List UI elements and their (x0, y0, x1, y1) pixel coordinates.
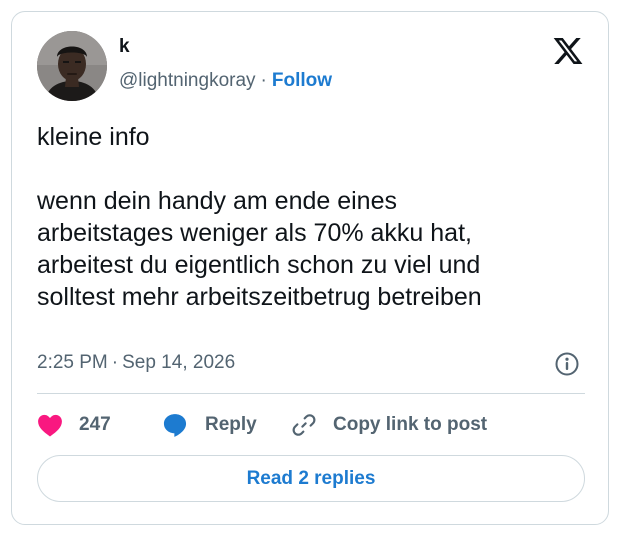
copy-link-button[interactable]: Copy link to post (291, 410, 487, 440)
read-replies-button[interactable]: Read 2 replies (37, 455, 585, 502)
copy-link-label: Copy link to post (333, 414, 488, 435)
author-handle[interactable]: @lightningkoray (119, 70, 256, 91)
reply-button[interactable]: Reply (161, 410, 257, 440)
timestamp[interactable]: 2:25 PM · Sep 14, 2026 (37, 352, 235, 374)
follow-button[interactable]: Follow (272, 70, 332, 91)
info-icon[interactable] (554, 351, 580, 377)
tweet-line: arbeitstages weniger als 70% akku hat, (37, 219, 472, 247)
tweet-line: wenn dein handy am ende eines (37, 187, 397, 215)
avatar-image (37, 31, 107, 101)
like-button[interactable]: 247 (37, 410, 111, 440)
tweet-card: k @lightningkoray · Follow kleine info wen… (11, 11, 609, 525)
tweet-line: arbeitest du eigentlich schon zu viel un… (37, 251, 481, 279)
reply-label: Reply (205, 414, 257, 435)
tweet-date: Sep 14, 2026 (122, 352, 236, 373)
tweet-line: kleine info (37, 123, 150, 151)
heart-icon (38, 414, 62, 437)
author-handle-row: @lightningkoray · Follow (119, 70, 332, 92)
handle-separator: · (260, 70, 267, 91)
speech-bubble-icon (163, 414, 187, 437)
tweet-line: solltest mehr arbeitszeitbetrug betreibe… (37, 283, 482, 311)
avatar[interactable] (37, 31, 107, 101)
read-replies-label: Read 2 replies (246, 467, 376, 489)
divider (37, 393, 585, 394)
like-count: 247 (79, 414, 111, 435)
tweet-text: kleine info wenn dein handy am ende eine… (37, 121, 597, 313)
timestamp-separator: · (111, 352, 119, 373)
author-name[interactable]: k (119, 36, 130, 58)
x-logo-icon[interactable] (551, 35, 585, 67)
link-icon (292, 414, 316, 436)
tweet-time: 2:25 PM (37, 352, 108, 373)
tweet-line-blank (37, 153, 597, 185)
